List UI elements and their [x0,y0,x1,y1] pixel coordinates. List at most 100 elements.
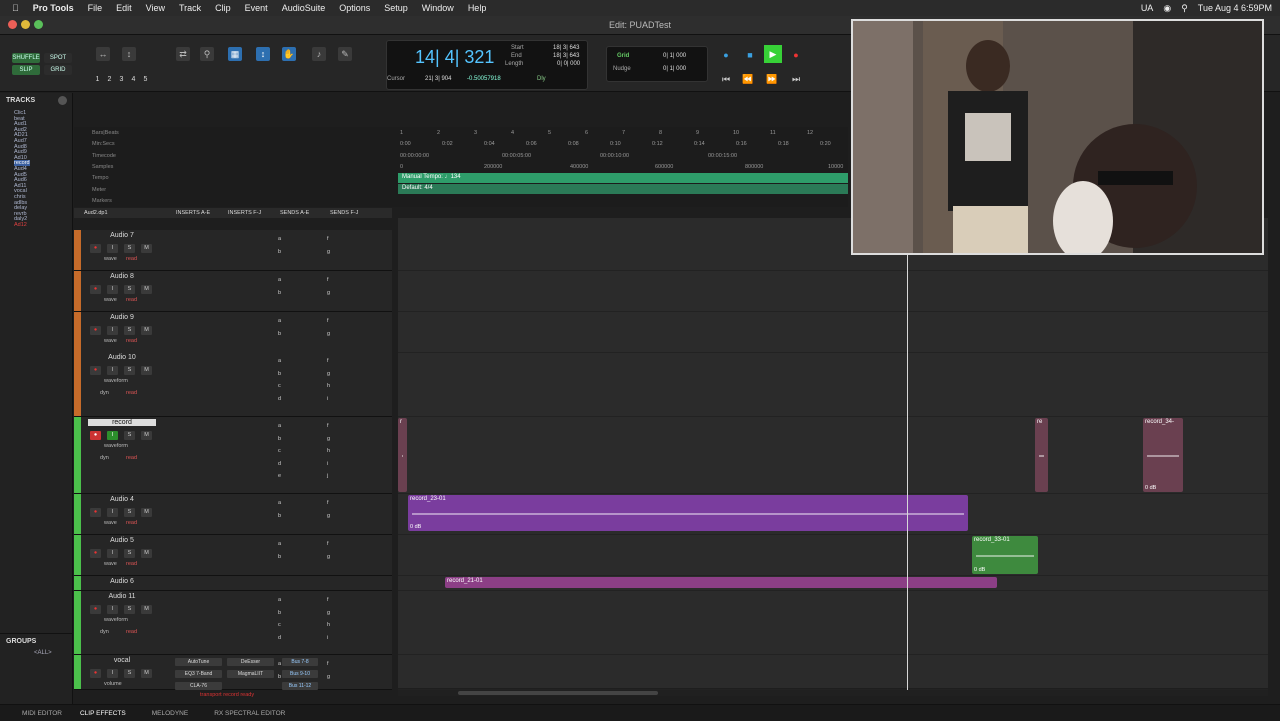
solo-button[interactable]: S [124,605,135,614]
audio-clip[interactable]: record_23-01 0 dB [408,495,968,531]
track-view-selector[interactable]: waveform [104,443,128,449]
send-slot-fj[interactable]: f [327,236,329,242]
tempo-ruler-bar[interactable]: Manual Tempo: ♩134 [398,173,848,183]
search-icon[interactable]: ⚲ [1181,3,1188,14]
edit-window-timeline[interactable] [398,218,1268,690]
menu-clock[interactable]: Tue Aug 4 6:59PM [1198,3,1272,13]
send-slot-ae[interactable]: a [278,500,281,506]
track-header[interactable]: Audio 10 ● I S Mwaveform dyn read a f b g c h d i [74,352,392,417]
track-header[interactable]: Audio 7 ● I S Mwave read a f b g [74,230,392,271]
track-lane[interactable] [398,655,1268,690]
insert-plugin-slot[interactable]: CLA-76 [175,682,222,690]
mute-button[interactable]: M [141,326,152,335]
dyn-button[interactable]: dyn [100,455,109,461]
track-view-selector[interactable]: volume [104,681,122,687]
record-arm-button[interactable]: ● [90,431,101,440]
pencil-tool-icon[interactable]: ✎ [338,47,352,61]
shuffle-mode-button[interactable]: SHUFFLE [12,53,40,63]
send-slot-fj[interactable]: f [327,318,329,324]
send-slot-ae[interactable]: c [278,448,281,454]
mute-button[interactable]: M [141,285,152,294]
grid-label[interactable]: Grid [617,53,629,59]
meter-ruler-bar[interactable]: Default: 4/4 [398,184,848,194]
menu-view[interactable]: View [146,3,165,13]
track-header[interactable]: record ● I S Mwaveform dyn read a f b g c h d i e j [74,417,392,494]
send-slot-fj[interactable]: g [327,513,330,519]
send-slot-ae[interactable]: b [278,331,281,337]
menu-file[interactable]: File [88,3,103,13]
send-slot-ae[interactable]: a [278,277,281,283]
grabber-tool-icon[interactable]: ✋ [282,47,296,61]
automation-mode-selector[interactable]: read [126,520,137,526]
track-view-selector[interactable]: wave [104,338,117,344]
send-slot-fj[interactable]: g [327,331,330,337]
automation-mode-selector[interactable]: read [126,256,137,262]
track-lane[interactable] [398,417,1268,494]
track-lane[interactable] [398,271,1268,312]
column-first-label[interactable]: Aud2.dp1 [84,210,108,216]
send-slot-fj[interactable]: g [327,674,330,680]
audio-clip[interactable]: re [1035,418,1048,492]
audio-clip[interactable]: record_34- 0 dB [1143,418,1183,492]
track-header[interactable]: Audio 11 ● I S Mwaveform dyn read a f b g c h d i [74,591,392,655]
track-header[interactable]: Audio 8 ● I S Mwave read a f b g [74,271,392,312]
ruler-label[interactable]: Timecode [92,153,116,159]
playhead-cursor[interactable] [907,250,908,690]
track-view-selector[interactable]: waveform [104,617,128,623]
send-slot-ae[interactable]: a [278,661,281,667]
send-slot-ae[interactable]: a [278,597,281,603]
go-to-end-button[interactable]: ⏭ [788,71,804,87]
length-value[interactable]: 0| 0| 000 [557,61,580,67]
send-slot-ae[interactable]: c [278,383,281,389]
audio-clip[interactable]: r [398,418,407,492]
solo-button[interactable]: S [124,669,135,678]
nudge-label[interactable]: Nudge [613,66,631,72]
track-color-bar[interactable] [74,417,81,493]
send-slot-ae[interactable]: b [278,249,281,255]
menu-clip[interactable]: Clip [215,3,231,13]
tracks-list-item[interactable]: Ad12 [14,222,27,228]
insert-plugin-slot[interactable]: EQ3 7-Band [175,670,222,678]
send-slot-fj[interactable]: g [327,554,330,560]
clip-gain[interactable]: 0 dB [410,524,421,530]
track-view-selector[interactable]: waveform [104,378,128,384]
mute-button[interactable]: M [141,605,152,614]
track-name[interactable]: Audio 8 [88,273,156,280]
menu-audiosuite[interactable]: AudioSuite [282,3,326,13]
send-slot-ae[interactable]: b [278,371,281,377]
input-monitor-button[interactable]: I [107,508,118,517]
send-slot-ae[interactable]: e [278,473,281,479]
status-ua[interactable]: UA [1141,3,1154,13]
record-button[interactable]: ● [788,47,804,63]
track-name[interactable]: Audio 6 [88,578,156,585]
main-counter[interactable]: 14| 4| 321 [415,47,494,68]
tab-clip-effects[interactable]: CLIP EFFECTS [80,710,126,717]
send-slot-fj[interactable]: f [327,500,329,506]
nudge-value[interactable]: 0| 1| 000 [663,66,686,72]
send-slot-fj[interactable]: g [327,249,330,255]
record-arm-button[interactable]: ● [90,244,101,253]
ruler-label[interactable]: Tempo [92,175,109,181]
track-header[interactable]: Audio 9 ● I S Mwave read a f b g [74,312,392,353]
track-name[interactable]: Audio 7 [88,232,156,239]
send-slot-ae[interactable]: b [278,290,281,296]
ruler-label[interactable]: Meter [92,187,106,193]
track-name[interactable]: record [88,419,156,426]
record-arm-button[interactable]: ● [90,366,101,375]
send-slot-fj[interactable]: f [327,423,329,429]
send-bus-slot[interactable]: Bus 9-10 [282,670,318,678]
track-lane[interactable] [398,535,1268,576]
selector-tool-icon[interactable]: ↕ [256,47,270,61]
menu-event[interactable]: Event [245,3,268,13]
record-arm-button[interactable]: ● [90,605,101,614]
send-slot-ae[interactable]: b [278,436,281,442]
track-color-bar[interactable] [74,271,81,311]
menu-setup[interactable]: Setup [384,3,408,13]
send-slot-fj[interactable]: f [327,358,329,364]
groups-all-item[interactable]: <ALL> [34,650,52,656]
track-name[interactable]: Audio 11 [88,593,156,600]
send-slot-fj[interactable]: f [327,277,329,283]
send-slot-ae[interactable]: b [278,513,281,519]
menu-window[interactable]: Window [422,3,454,13]
track-name[interactable]: Audio 5 [88,537,156,544]
